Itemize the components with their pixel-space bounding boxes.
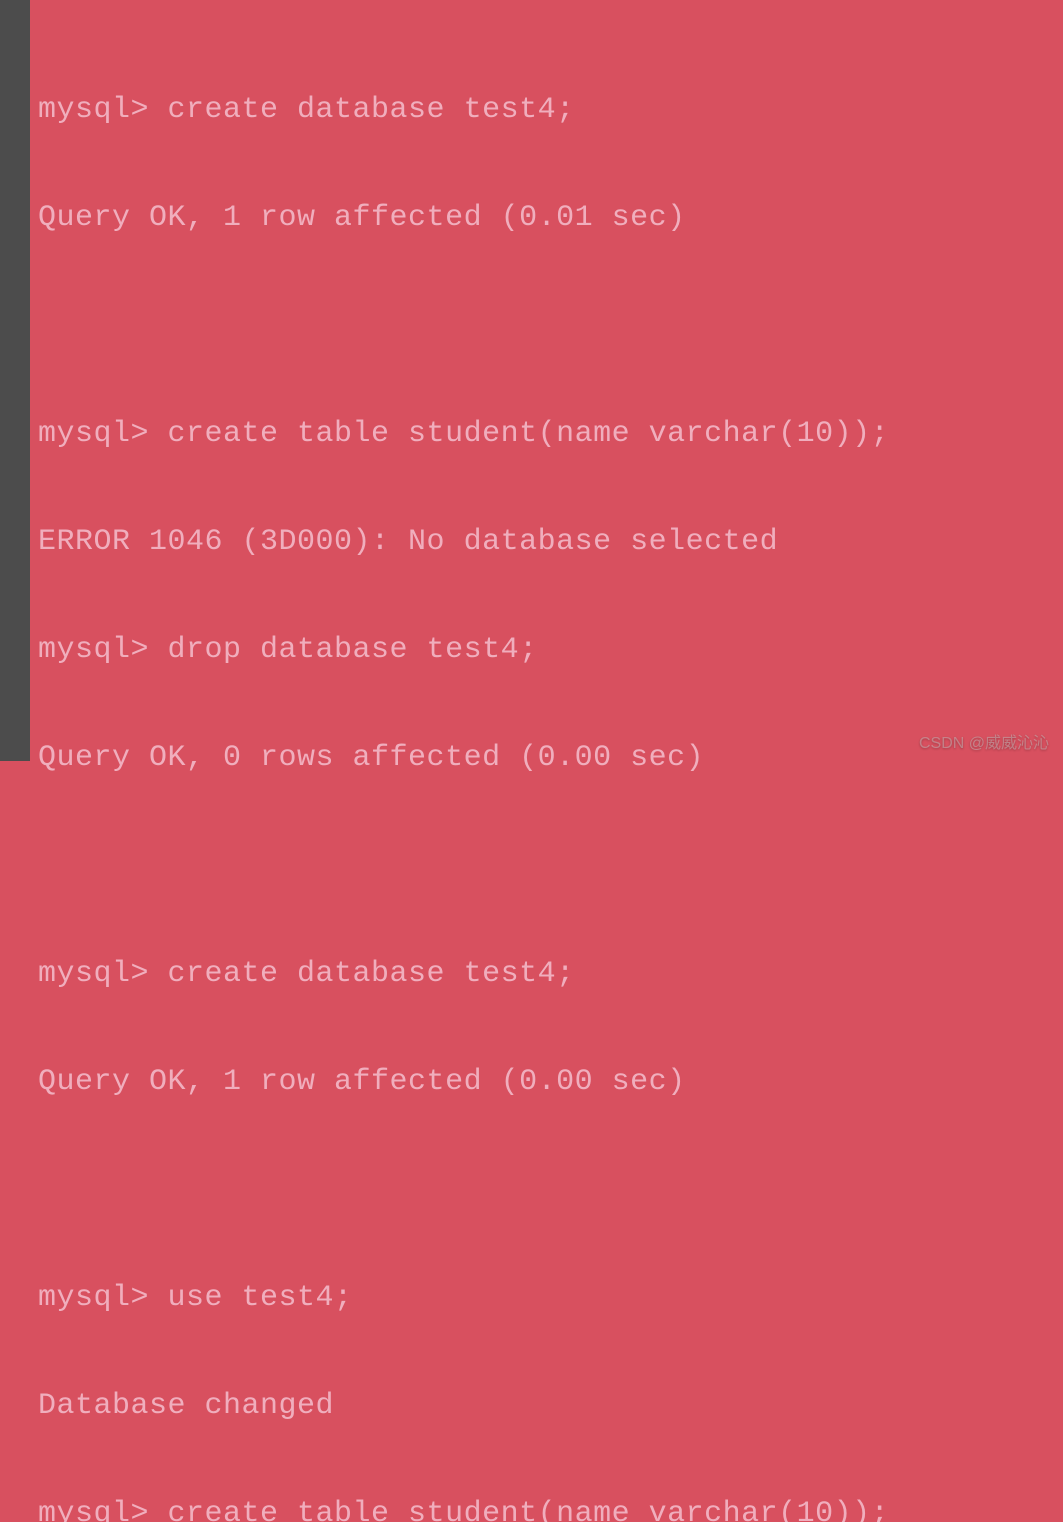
terminal-line bbox=[38, 308, 1019, 344]
csdn-watermark: CSDN @威威沁沁 bbox=[919, 729, 1049, 753]
terminal-line bbox=[38, 1172, 1019, 1208]
terminal-line: mysql> create database test4; bbox=[38, 956, 1019, 992]
terminal-line: Database changed bbox=[38, 1388, 1019, 1424]
terminal-line: mysql> create table student(name varchar… bbox=[38, 1496, 1019, 1522]
terminal-line: Query OK, 1 row affected (0.00 sec) bbox=[38, 1064, 1019, 1100]
terminal-line: mysql> create table student(name varchar… bbox=[38, 416, 1019, 452]
terminal-line: mysql> create database test4; bbox=[38, 92, 1019, 128]
terminal-line: Query OK, 0 rows affected (0.00 sec) bbox=[38, 740, 1019, 776]
terminal-line: mysql> use test4; bbox=[38, 1280, 1019, 1316]
mysql-terminal-output: mysql> create database test4; Query OK, … bbox=[38, 20, 1019, 1522]
left-margin-strip bbox=[0, 0, 30, 761]
terminal-line: Query OK, 1 row affected (0.01 sec) bbox=[38, 200, 1019, 236]
terminal-line: mysql> drop database test4; bbox=[38, 632, 1019, 668]
terminal-line: ERROR 1046 (3D000): No database selected bbox=[38, 524, 1019, 560]
terminal-line bbox=[38, 848, 1019, 884]
